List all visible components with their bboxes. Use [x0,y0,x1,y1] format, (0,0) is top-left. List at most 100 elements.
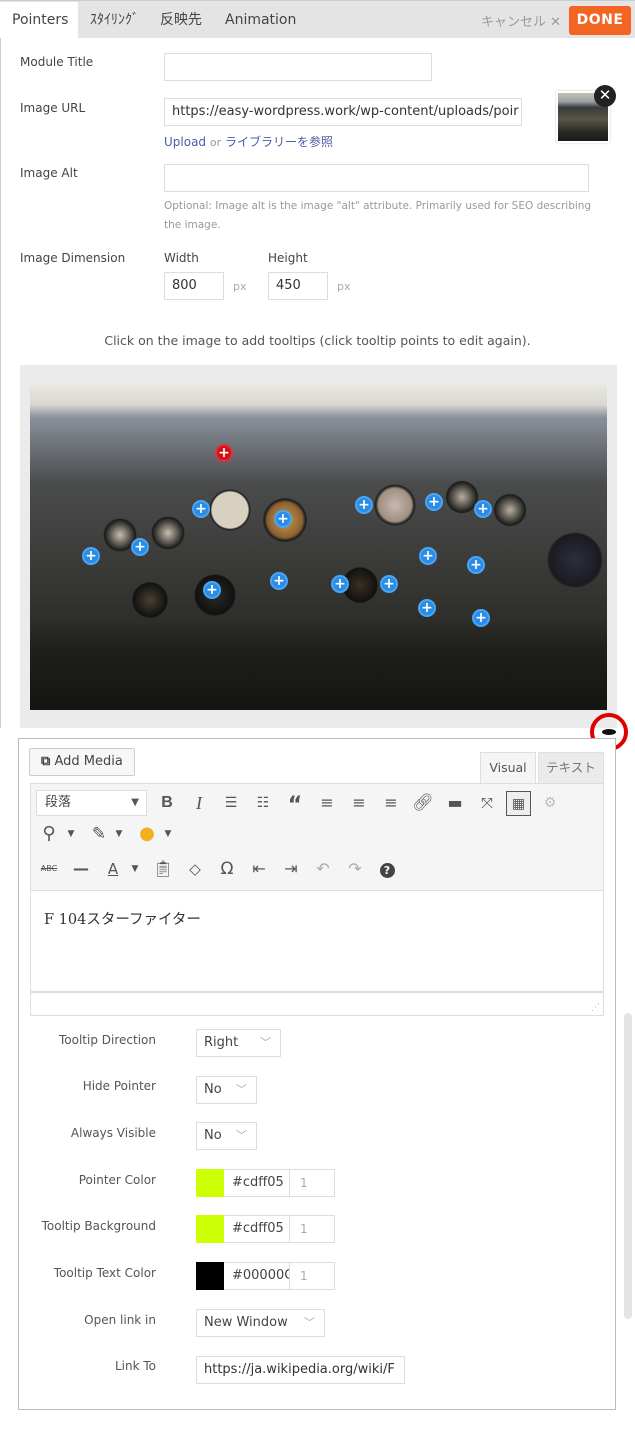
upload-link[interactable]: Upload [164,135,206,149]
tooltip-background-swatch[interactable] [196,1215,224,1243]
remove-image-icon[interactable]: ✕ [594,85,616,107]
tab-animation[interactable]: Animation [213,2,308,39]
scrollbar[interactable] [624,1013,632,1319]
tooltip-pointer[interactable]: + [274,510,292,528]
tooltip-pointer[interactable]: + [331,575,349,593]
tooltip-pointer[interactable]: + [419,547,437,565]
special-character-icon[interactable]: Ω [215,857,239,881]
fullscreen-icon[interactable]: ⤧ [475,791,499,815]
image-url-input[interactable]: https://easy-wordpress.work/wp-content/u… [164,98,522,126]
tooltip-pointer[interactable]: + [474,500,492,518]
strikethrough-icon[interactable]: ABC [37,857,61,881]
tooltip-pointer[interactable]: + [425,493,443,511]
tooltip-text-color-opacity[interactable]: 1 [290,1262,335,1290]
redo-icon[interactable]: ↷ [343,857,367,881]
width-unit: px [233,280,247,293]
tooltip-pointer[interactable]: + [131,538,149,556]
bullet-list-icon[interactable]: ☰ [219,791,243,815]
chevron-down-icon: ﹀ [260,1036,271,1049]
tab-visibility[interactable]: 反映先 [148,2,214,39]
tab-text[interactable]: テキスト [538,752,604,783]
open-link-in-select[interactable]: New Window ﹀ [196,1309,325,1337]
tab-visual[interactable]: Visual [480,752,536,783]
horizontal-rule-icon[interactable]: — [69,857,93,881]
open-link-in-value: New Window [204,1315,288,1330]
tooltip-background-hex[interactable]: #cdff05 [224,1215,290,1243]
caret-down-icon[interactable]: ▼ [123,857,147,881]
image-alt-input[interactable] [164,164,589,192]
pointer-color-hex[interactable]: #cdff05 [224,1169,290,1197]
italic-icon[interactable]: I [187,791,211,815]
tooltip-pointer[interactable]: + [82,547,100,565]
chevron-down-icon: ﹀ [236,1129,247,1142]
paste-text-icon[interactable]: 📋︎ [151,857,175,881]
chevron-down-icon: ﹀ [236,1083,247,1096]
editor-content-area[interactable] [30,891,604,992]
tooltip-pointer[interactable]: + [203,581,221,599]
toolbar-toggle-icon[interactable]: ▦ [506,791,531,816]
active-tooltip-pointer[interactable]: + [215,444,233,462]
link-icon[interactable]: 🔗︎ [411,791,435,815]
tooltip-pointer[interactable]: + [270,572,288,590]
tooltip-pointer[interactable]: + [380,575,398,593]
align-center-icon[interactable]: ≡ [347,791,371,815]
caret-down-icon[interactable]: ▼ [156,822,180,846]
always-visible-label: Always Visible [70,1126,156,1140]
tab-styling[interactable]: ｽﾀｲﾘﾝｸﾞ [78,2,151,39]
pointer-color-label: Pointer Color [78,1173,156,1187]
browse-library-link[interactable]: ライブラリーを参照 [225,135,333,149]
cancel-button[interactable]: キャンセル ✕ [481,11,561,30]
format-value: 段落 [45,795,72,810]
width-input[interactable]: 800 [164,272,224,300]
link-to-label: Link To [114,1359,156,1373]
tooltip-direction-select[interactable]: Right ﹀ [196,1029,281,1057]
add-media-button[interactable]: ⧉ Add Media [29,748,135,776]
outdent-icon[interactable]: ⇤ [247,857,271,881]
tooltip-text-color-swatch[interactable] [196,1262,224,1290]
tooltip-text-color-picker: #00000C 1 [196,1262,335,1290]
text-color-icon[interactable]: A [101,857,125,881]
panel-left-border [0,38,1,728]
cockpit-image[interactable] [30,385,607,710]
tab-pointers[interactable]: Pointers [0,2,78,39]
bold-icon[interactable]: B [155,791,179,815]
editor-content-text[interactable]: F 104スターファイター [44,908,201,929]
tooltip-pointer[interactable]: + [192,500,210,518]
undo-icon[interactable]: ↶ [311,857,335,881]
pointer-color-picker: #cdff05 1 [196,1169,335,1197]
settings-icon[interactable]: ⚙ [538,791,562,815]
done-button[interactable]: DONE [569,6,631,35]
link-to-input[interactable]: https://ja.wikipedia.org/wiki/F [196,1356,405,1384]
module-title-input[interactable] [164,53,432,81]
numbered-list-icon[interactable]: ☷ [251,791,275,815]
tooltip-background-opacity[interactable]: 1 [290,1215,335,1243]
tooltip-pointer[interactable]: + [467,556,485,574]
pointer-color-opacity[interactable]: 1 [290,1169,335,1197]
tooltip-pointer[interactable]: + [355,496,373,514]
height-input[interactable]: 450 [268,272,328,300]
caret-down-icon[interactable]: ▼ [107,822,131,846]
blockquote-icon[interactable]: “ [283,791,307,818]
tooltip-text-color-hex[interactable]: #00000C [224,1262,290,1290]
always-visible-select[interactable]: No ﹀ [196,1122,257,1150]
resize-handle-icon[interactable]: ⋰ [591,1003,600,1013]
align-right-icon[interactable]: ≡ [379,791,403,815]
height-label: Height [268,251,308,265]
tooltip-background-picker: #cdff05 1 [196,1215,335,1243]
help-icon[interactable]: ? [375,857,399,881]
pointer-color-swatch[interactable] [196,1169,224,1197]
minimize-icon[interactable] [602,729,616,735]
open-link-in-label: Open link in [84,1313,156,1327]
tooltip-pointer[interactable]: + [418,599,436,617]
clear-formatting-icon[interactable]: ◇ [183,857,207,881]
map-pin-icon[interactable]: ⚲ [37,822,61,846]
format-select[interactable]: 段落 ▼ [36,790,147,816]
hide-pointer-select[interactable]: No ﹀ [196,1076,257,1104]
tooltip-pointer[interactable]: + [472,609,490,627]
tooltip-text-color-label: Tooltip Text Color [53,1266,156,1280]
caret-down-icon[interactable]: ▼ [59,822,83,846]
indent-icon[interactable]: ⇥ [279,857,303,881]
read-more-icon[interactable]: ▬ [443,791,467,815]
align-left-icon[interactable]: ≡ [315,791,339,815]
add-media-label: Add Media [54,754,123,769]
